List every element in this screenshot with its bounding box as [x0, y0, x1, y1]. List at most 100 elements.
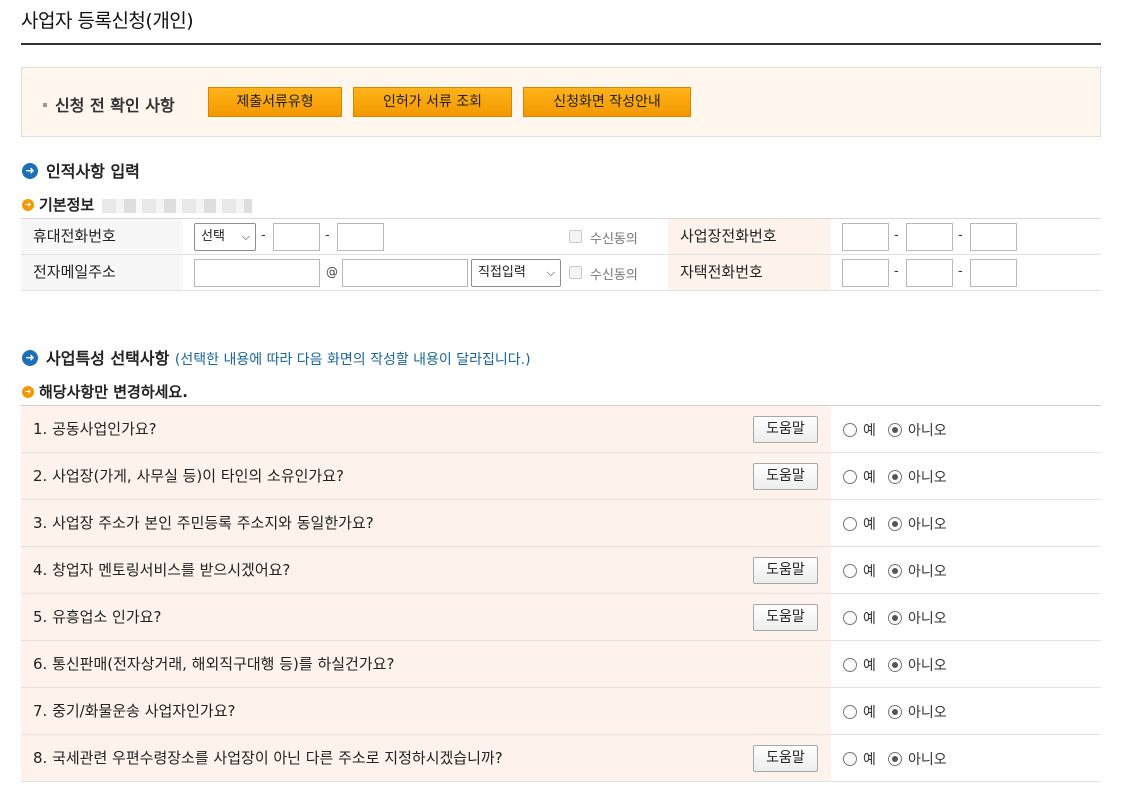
- arrow-circle-icon: ➜: [22, 162, 38, 179]
- chevron-down-icon: ⌵: [546, 266, 555, 279]
- yes-radio[interactable]: [843, 705, 857, 719]
- question-row: 3. 사업장 주소가 본인 주민등록 주소지와 동일한가요? 예 아니오: [21, 500, 1101, 547]
- email-domain-input[interactable]: [342, 259, 468, 287]
- no-label: 아니오: [908, 658, 947, 674]
- no-radio[interactable]: [888, 423, 902, 437]
- no-radio[interactable]: [888, 470, 902, 484]
- question-row: 4. 창업자 멘토링서비스를 받으시겠어요? 도움말 예 아니오: [21, 547, 1101, 594]
- question-text: 2. 사업장(가게, 사무실 등)이 타인의 소유인가요?: [21, 453, 831, 499]
- yes-label: 예: [863, 611, 876, 627]
- arrow-circle-icon: ➜: [22, 349, 38, 366]
- redacted-info: [102, 198, 253, 213]
- business-phone-label: 사업장전화번호: [668, 219, 831, 254]
- question-row: 5. 유흥업소 인가요? 도움말 예 아니오: [21, 594, 1101, 641]
- notice-label: 신청 전 확인 사항: [43, 92, 175, 116]
- dash: -: [894, 264, 899, 279]
- email-consent-label: 수신동의: [590, 268, 638, 283]
- mobile-carrier-value: 선택: [201, 229, 225, 244]
- question-text: 5. 유흥업소 인가요?: [21, 594, 831, 640]
- email-domain-select-value: 직접입력: [478, 265, 526, 280]
- yes-label: 예: [863, 423, 876, 439]
- document-type-button[interactable]: 제출서류유형: [208, 87, 342, 117]
- mobile-consent-checkbox[interactable]: [569, 230, 582, 243]
- yes-radio[interactable]: [843, 611, 857, 625]
- page-title: 사업자 등록신청(개인): [21, 10, 194, 32]
- no-label: 아니오: [908, 564, 947, 580]
- no-radio[interactable]: [888, 611, 902, 625]
- business-phone-middle-input[interactable]: [906, 223, 953, 251]
- email-id-input[interactable]: [194, 259, 320, 287]
- email-domain-select[interactable]: 직접입력 ⌵: [471, 259, 561, 287]
- business-phone-area-input[interactable]: [842, 223, 889, 251]
- help-button[interactable]: 도움말: [753, 416, 818, 443]
- mobile-last-input[interactable]: [337, 223, 384, 251]
- business-questions-table: 1. 공동사업인가요? 도움말 예 아니오 2. 사업장(가게, 사무실 등)이 타인의…: [21, 405, 1101, 782]
- business-section-title: ➜ 사업특성 선택사항 (선택한 내용에 따라 다음 화면의 작성할 내용이 달라…: [22, 345, 531, 369]
- yes-label: 예: [863, 752, 876, 768]
- question-row: 8. 국세관련 우편수령장소를 사업장이 아닌 다른 주소로 지정하시겠습니까?…: [21, 735, 1101, 782]
- yes-label: 예: [863, 470, 876, 486]
- email-label: 전자메일주소: [21, 255, 183, 290]
- no-radio[interactable]: [888, 658, 902, 672]
- question-row: 7. 중기/화물운송 사업자인가요? 예 아니오: [21, 688, 1101, 735]
- no-radio[interactable]: [888, 705, 902, 719]
- home-phone-last-input[interactable]: [970, 259, 1017, 287]
- business-phone-last-input[interactable]: [970, 223, 1017, 251]
- form-guide-button[interactable]: 신청화면 작성안내: [523, 87, 691, 117]
- yes-label: 예: [863, 658, 876, 674]
- help-button[interactable]: 도움말: [753, 604, 818, 631]
- at-sign: @: [326, 265, 338, 279]
- help-button[interactable]: 도움말: [753, 745, 818, 772]
- home-phone-area-input[interactable]: [842, 259, 889, 287]
- dash: -: [325, 228, 330, 243]
- mobile-middle-input[interactable]: [273, 223, 320, 251]
- yes-label: 예: [863, 564, 876, 580]
- question-text: 7. 중기/화물운송 사업자인가요?: [21, 688, 831, 734]
- yes-label: 예: [863, 705, 876, 721]
- no-radio[interactable]: [888, 517, 902, 531]
- yes-radio[interactable]: [843, 564, 857, 578]
- contact-info-table: 휴대전화번호 선택 ⌵ - - 수신동의 사업장전화번호 - - 전자메일주소 @…: [21, 218, 1101, 291]
- yes-radio[interactable]: [843, 470, 857, 484]
- basic-info-label: 기본정보: [39, 196, 95, 214]
- question-text: 3. 사업장 주소가 본인 주민등록 주소지와 동일한가요?: [21, 500, 831, 546]
- yes-radio[interactable]: [843, 658, 857, 672]
- help-button[interactable]: 도움말: [753, 557, 818, 584]
- dash: -: [261, 228, 266, 243]
- orange-arrow-icon: ➜: [22, 198, 34, 211]
- orange-arrow-icon: ➜: [22, 385, 34, 398]
- notice-label-text: 신청 전 확인 사항: [55, 96, 175, 115]
- business-section-note: (선택한 내용에 따라 다음 화면의 작성할 내용이 달라집니다.): [174, 352, 531, 368]
- license-document-lookup-button[interactable]: 인허가 서류 조회: [353, 87, 512, 117]
- mobile-carrier-select[interactable]: 선택 ⌵: [194, 223, 256, 251]
- help-button[interactable]: 도움말: [753, 463, 818, 490]
- home-phone-label: 자택전화번호: [668, 255, 831, 290]
- no-label: 아니오: [908, 705, 947, 721]
- yes-radio[interactable]: [843, 752, 857, 766]
- question-row: 2. 사업장(가게, 사무실 등)이 타인의 소유인가요? 도움말 예 아니오: [21, 453, 1101, 500]
- change-only-heading: ➜ 해당사항만 변경하세요.: [22, 381, 188, 402]
- question-text: 8. 국세관련 우편수령장소를 사업장이 아닌 다른 주소로 지정하시겠습니까?: [21, 735, 831, 781]
- identity-section-title-text: 인적사항 입력: [46, 162, 140, 181]
- dash: -: [958, 228, 963, 243]
- no-label: 아니오: [908, 470, 947, 486]
- question-row: 1. 공동사업인가요? 도움말 예 아니오: [21, 406, 1101, 453]
- no-label: 아니오: [908, 423, 947, 439]
- yes-radio[interactable]: [843, 517, 857, 531]
- question-text: 4. 창업자 멘토링서비스를 받으시겠어요?: [21, 547, 831, 593]
- yes-label: 예: [863, 517, 876, 533]
- change-only-label: 해당사항만 변경하세요.: [39, 383, 188, 401]
- chevron-down-icon: ⌵: [241, 230, 250, 243]
- mobile-row: 휴대전화번호 선택 ⌵ - - 수신동의 사업장전화번호 - -: [21, 219, 1101, 255]
- no-radio[interactable]: [888, 564, 902, 578]
- email-consent-checkbox[interactable]: [569, 266, 582, 279]
- yes-radio[interactable]: [843, 423, 857, 437]
- bullet-dot-icon: [43, 102, 47, 107]
- question-row: 6. 통신판매(전자상거래, 해외직구대행 등)를 하실건가요? 예 아니오: [21, 641, 1101, 688]
- no-radio[interactable]: [888, 752, 902, 766]
- no-label: 아니오: [908, 517, 947, 533]
- pre-application-notice: 신청 전 확인 사항 제출서류유형 인허가 서류 조회 신청화면 작성안내: [21, 67, 1101, 137]
- home-phone-middle-input[interactable]: [906, 259, 953, 287]
- basic-info-heading: ➜ 기본정보: [22, 194, 253, 215]
- email-row: 전자메일주소 @ 직접입력 ⌵ 수신동의 자택전화번호 - -: [21, 255, 1101, 291]
